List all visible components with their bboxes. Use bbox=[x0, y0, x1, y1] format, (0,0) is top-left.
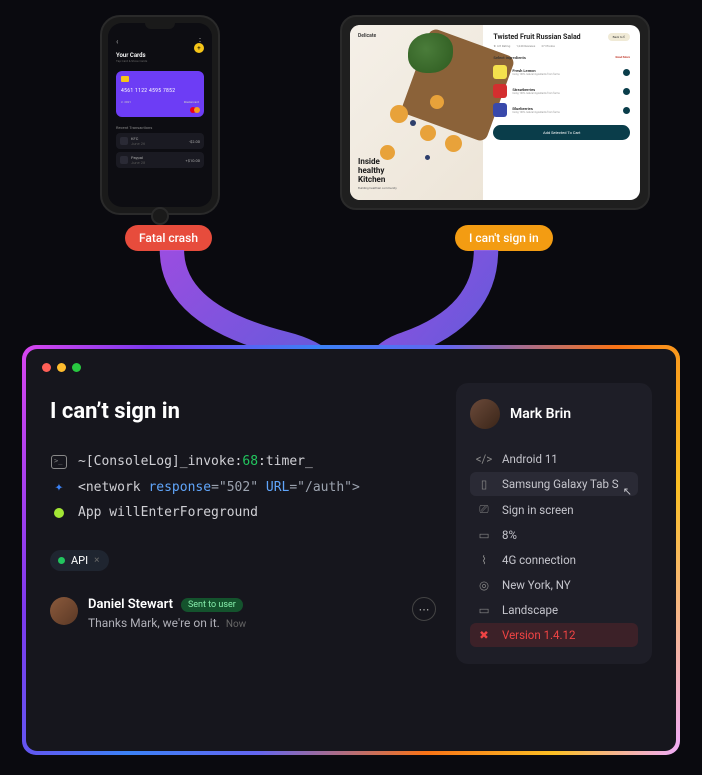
card-chip-icon bbox=[121, 76, 129, 82]
orientation-icon: ▭ bbox=[476, 603, 492, 617]
screen-icon: ⎚ bbox=[476, 502, 492, 517]
crash-badge[interactable]: Fatal crash bbox=[125, 225, 212, 251]
meta-location[interactable]: ◎New York, NY bbox=[470, 573, 638, 597]
commenter-name: Daniel Stewart bbox=[88, 597, 173, 612]
reporter-avatar bbox=[470, 399, 500, 429]
recipe-meta: ★ 4.8 Rating 1,240 Reviews 27 Photos bbox=[493, 44, 630, 48]
ingredients-header: Select Ingredients Read More bbox=[493, 55, 630, 60]
tx-amount: +$10.00 bbox=[185, 158, 200, 163]
mastercard-icon bbox=[190, 107, 200, 113]
meta-screen[interactable]: ⎚Sign in screen bbox=[470, 497, 638, 522]
card-brand: Mastercard bbox=[184, 100, 199, 104]
chip-remove-icon[interactable]: × bbox=[94, 555, 99, 566]
ingredient-row[interactable]: StrawberriesUsing 100% natural ingredien… bbox=[493, 84, 630, 98]
phone-subtitle: Tap Card & Show Cards bbox=[116, 59, 204, 63]
add-to-cart-button[interactable]: Add Selected To Cart bbox=[493, 125, 630, 140]
reporter-name: Mark Brin bbox=[510, 406, 571, 422]
chip-dot-icon bbox=[58, 557, 65, 564]
ingredient-row[interactable]: BlueberriesUsing 100% natural ingredient… bbox=[493, 103, 630, 117]
transactions-label: Recent Transactions bbox=[116, 125, 204, 130]
back-icon[interactable]: ‹ bbox=[116, 37, 118, 46]
ingredient-row[interactable]: Fresh LemonUsing 100% natural ingredient… bbox=[493, 65, 630, 79]
minimize-icon[interactable] bbox=[57, 363, 66, 372]
chip-label: API bbox=[71, 554, 88, 567]
meta-device[interactable]: ▯Samsung Galaxy Tab S↖ bbox=[470, 472, 638, 496]
issue-window-frame: I can’t sign in ~[ConsoleLog]_invoke:68:… bbox=[22, 345, 680, 755]
hero-subtitle: Building healthier community bbox=[358, 187, 397, 190]
back-badge[interactable]: Back to fi bbox=[608, 33, 630, 41]
tablet-screen: Delicate Inside healthy Kitchen Building… bbox=[350, 25, 640, 200]
tablet-hero: Delicate Inside healthy Kitchen Building… bbox=[350, 25, 483, 200]
transaction-row[interactable]: PaypalJune 28 +$10.00 bbox=[116, 152, 204, 168]
add-card-button[interactable]: + bbox=[194, 43, 204, 53]
log-line-console: ~[ConsoleLog]_invoke:68:timer_ bbox=[50, 454, 436, 469]
issue-main: I can’t sign in ~[ConsoleLog]_invoke:68:… bbox=[50, 367, 436, 733]
terminal-icon bbox=[51, 455, 67, 469]
status-dot-icon bbox=[54, 508, 64, 518]
comment-time: Now bbox=[226, 619, 246, 630]
phone-title: Your Cards bbox=[116, 52, 204, 59]
read-more-link[interactable]: Read More bbox=[615, 55, 630, 60]
log-line-network: ✦ <network response="502" URL="/auth"> bbox=[50, 479, 436, 495]
meta-os[interactable]: </>Android 11 bbox=[470, 447, 638, 471]
tx-amount: -$2.00 bbox=[189, 139, 200, 144]
brand-logo: Delicate bbox=[358, 33, 376, 39]
device-info-panel: Mark Brin </>Android 11 ▯Samsung Galaxy … bbox=[456, 383, 652, 664]
battery-icon: ▭ bbox=[476, 528, 492, 542]
meta-orientation[interactable]: ▭Landscape bbox=[470, 598, 638, 622]
commenter-avatar[interactable] bbox=[50, 597, 78, 625]
meta-version[interactable]: ✖Version 1.4.12 bbox=[470, 623, 638, 647]
comment-row: Daniel Stewart Sent to user Thanks Mark,… bbox=[50, 597, 436, 630]
maximize-icon[interactable] bbox=[72, 363, 81, 372]
api-tag-chip[interactable]: API × bbox=[50, 550, 109, 571]
meta-battery[interactable]: ▭8% bbox=[470, 523, 638, 547]
credit-card[interactable]: 4561 1122 4595 7852 2· 2021 Mastercard bbox=[116, 71, 204, 117]
select-icon[interactable] bbox=[623, 88, 630, 95]
card-number: 4561 1122 4595 7852 bbox=[121, 88, 199, 94]
devices-area: ‹ ⋮ Your Cards Tap Card & Show Cards + 4… bbox=[0, 0, 702, 270]
code-icon: </> bbox=[476, 452, 492, 466]
pin-icon: ◎ bbox=[476, 578, 492, 592]
select-icon[interactable] bbox=[623, 107, 630, 114]
wifi-icon: ⌇ bbox=[476, 553, 492, 567]
sent-badge: Sent to user bbox=[181, 598, 243, 612]
select-icon[interactable] bbox=[623, 69, 630, 76]
close-icon[interactable] bbox=[42, 363, 51, 372]
feather-icon: ✦ bbox=[50, 479, 68, 495]
card-expiry: 2· 2021 bbox=[121, 100, 131, 104]
reporter-row[interactable]: Mark Brin bbox=[470, 399, 638, 429]
tools-icon: ✖ bbox=[476, 628, 492, 642]
phone-device: ‹ ⋮ Your Cards Tap Card & Show Cards + 4… bbox=[100, 15, 220, 215]
device-icon: ▯ bbox=[476, 477, 492, 491]
issue-title: I can’t sign in bbox=[50, 399, 436, 424]
signin-badge[interactable]: I can't sign in bbox=[455, 225, 553, 251]
cursor-icon: ↖ bbox=[623, 485, 632, 498]
tx-date: June 26 bbox=[131, 141, 145, 146]
tablet-detail: Twisted Fruit Russian Salad Back to fi ★… bbox=[483, 25, 640, 200]
issue-window: I can’t sign in ~[ConsoleLog]_invoke:68:… bbox=[26, 349, 676, 751]
comment-text: Thanks Mark, we're on it. bbox=[88, 616, 220, 630]
phone-screen: ‹ ⋮ Your Cards Tap Card & Show Cards + 4… bbox=[108, 23, 212, 207]
merchant-icon bbox=[120, 156, 128, 164]
transaction-row[interactable]: KFCJune 26 -$2.00 bbox=[116, 133, 204, 149]
meta-connection[interactable]: ⌇4G connection bbox=[470, 548, 638, 572]
hero-line: Kitchen bbox=[358, 176, 397, 185]
tx-date: June 28 bbox=[131, 160, 145, 165]
merchant-icon bbox=[120, 137, 128, 145]
traffic-lights bbox=[42, 363, 81, 372]
home-button-icon[interactable] bbox=[151, 207, 169, 225]
comment-more-button[interactable]: ⋯ bbox=[412, 597, 436, 621]
log-line-lifecycle: App willEnterForeground bbox=[50, 505, 436, 520]
tablet-device: Delicate Inside healthy Kitchen Building… bbox=[340, 15, 650, 210]
